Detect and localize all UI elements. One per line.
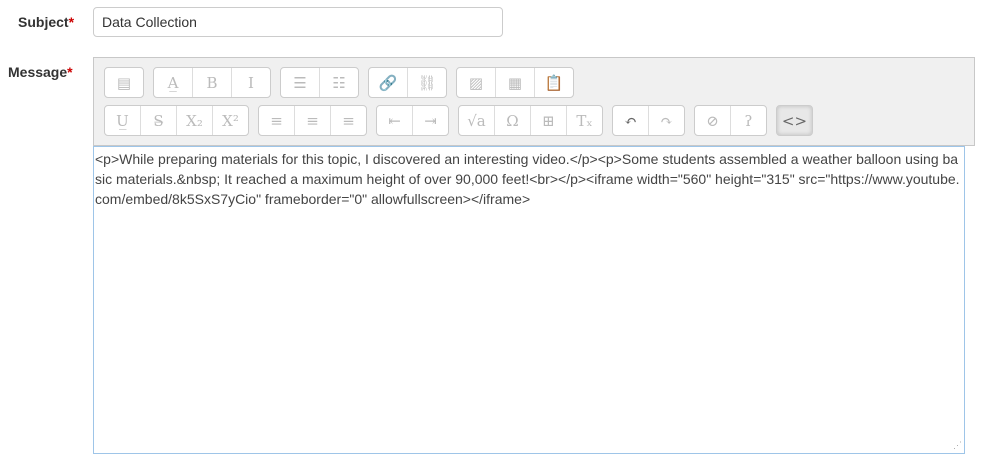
link-icon: 🔗 bbox=[378, 73, 398, 92]
toolbar-group: ↶ ↷ bbox=[612, 105, 685, 136]
toolbar-toggle-icon: ▤ bbox=[116, 73, 132, 92]
undo-button[interactable]: ↶ bbox=[613, 106, 649, 135]
toolbar-group: ▤ bbox=[104, 67, 144, 98]
clear-formatting-icon: Tₓ bbox=[576, 111, 593, 130]
bold-button[interactable]: B bbox=[193, 68, 232, 97]
toolbar-group: <> bbox=[776, 105, 813, 136]
paste-button[interactable]: 📋 bbox=[535, 68, 573, 97]
superscript-icon: X² bbox=[222, 111, 239, 130]
screenreader-helper-button[interactable]: ⊘ bbox=[695, 106, 731, 135]
toolbar-group: ▨ ▦ 📋 bbox=[456, 67, 574, 98]
editor-toolbar: ▤ A̲ B I ☰ ☷ 🔗 ⛓ ▨ ▦ 📋 U̲ S̶ X₂ X² ≡ ≡ ≡ ⇤ ⇥ √a Ω ⊞ Tₓ ↶ ↷ ⊘ ʔ <> bbox=[93, 57, 975, 146]
table-icon: ⊞ bbox=[542, 111, 555, 130]
toolbar-group: ☰ ☷ bbox=[280, 67, 359, 98]
html-source-button[interactable]: <> bbox=[777, 106, 812, 135]
underline-icon: U̲ bbox=[116, 111, 129, 130]
redo-icon: ↷ bbox=[660, 111, 673, 130]
redo-button[interactable]: ↷ bbox=[649, 106, 684, 135]
align-left-icon: ≡ bbox=[270, 111, 283, 130]
html-source-icon: <> bbox=[781, 111, 808, 130]
subject-label-text: Subject bbox=[18, 14, 69, 30]
message-label: Message* bbox=[8, 64, 73, 80]
toolbar-group: √a Ω ⊞ Tₓ bbox=[458, 105, 603, 136]
link-button[interactable]: 🔗 bbox=[369, 68, 408, 97]
strikethrough-icon: S̶ bbox=[153, 111, 164, 130]
outdent-button[interactable]: ⇤ bbox=[377, 106, 413, 135]
bullet-list-button[interactable]: ☰ bbox=[281, 68, 320, 97]
italic-icon: I bbox=[248, 73, 254, 92]
underline-button[interactable]: U̲ bbox=[105, 106, 141, 135]
special-character-icon: Ω bbox=[506, 111, 519, 130]
toolbar-group: A̲ B I bbox=[153, 67, 271, 98]
indent-icon: ⇥ bbox=[424, 111, 437, 130]
numbered-list-icon: ☷ bbox=[332, 73, 346, 92]
align-right-button[interactable]: ≡ bbox=[331, 106, 366, 135]
align-left-button[interactable]: ≡ bbox=[259, 106, 295, 135]
outdent-icon: ⇤ bbox=[388, 111, 401, 130]
toolbar-group: 🔗 ⛓ bbox=[368, 67, 447, 98]
message-label-text: Message bbox=[8, 64, 68, 80]
numbered-list-button[interactable]: ☷ bbox=[320, 68, 358, 97]
media-icon: ▦ bbox=[507, 73, 523, 92]
toolbar-group: ≡ ≡ ≡ bbox=[258, 105, 367, 136]
equation-button[interactable]: √a bbox=[459, 106, 495, 135]
image-icon: ▨ bbox=[468, 73, 484, 92]
subject-label: Subject* bbox=[18, 14, 74, 30]
table-button[interactable]: ⊞ bbox=[531, 106, 567, 135]
align-center-icon: ≡ bbox=[306, 111, 319, 130]
accessibility-checker-button[interactable]: ʔ bbox=[731, 106, 766, 135]
align-center-button[interactable]: ≡ bbox=[295, 106, 331, 135]
font-size-button[interactable]: A̲ bbox=[154, 68, 193, 97]
undo-icon: ↶ bbox=[624, 111, 637, 130]
unlink-icon: ⛓ bbox=[417, 73, 437, 92]
toolbar-group: U̲ S̶ X₂ X² bbox=[104, 105, 249, 136]
image-button[interactable]: ▨ bbox=[457, 68, 496, 97]
special-character-button[interactable]: Ω bbox=[495, 106, 531, 135]
subscript-button[interactable]: X₂ bbox=[177, 106, 213, 135]
toolbar-group: ⇤ ⇥ bbox=[376, 105, 449, 136]
screenreader-helper-icon: ⊘ bbox=[706, 111, 719, 130]
required-mark: * bbox=[68, 14, 75, 30]
font-size-icon: A̲ bbox=[167, 73, 179, 92]
bullet-list-icon: ☰ bbox=[293, 73, 307, 92]
equation-icon: √a bbox=[467, 111, 486, 130]
toolbar-group: ⊘ ʔ bbox=[694, 105, 767, 136]
align-right-icon: ≡ bbox=[342, 111, 355, 130]
superscript-button[interactable]: X² bbox=[213, 106, 248, 135]
bold-icon: B bbox=[206, 73, 218, 92]
resize-handle[interactable]: ⋰ bbox=[953, 440, 962, 468]
strikethrough-button[interactable]: S̶ bbox=[141, 106, 177, 135]
italic-button[interactable]: I bbox=[232, 68, 270, 97]
toolbar-toggle-button[interactable]: ▤ bbox=[105, 68, 143, 97]
indent-button[interactable]: ⇥ bbox=[413, 106, 448, 135]
required-mark: * bbox=[67, 64, 73, 80]
accessibility-checker-icon: ʔ bbox=[744, 111, 753, 130]
subject-input[interactable] bbox=[93, 7, 503, 37]
clear-formatting-button[interactable]: Tₓ bbox=[567, 106, 602, 135]
subscript-icon: X₂ bbox=[186, 111, 203, 130]
paste-icon: 📋 bbox=[544, 73, 564, 92]
message-source-editor[interactable]: <p>While preparing materials for this to… bbox=[93, 146, 965, 454]
media-button[interactable]: ▦ bbox=[496, 68, 535, 97]
unlink-button[interactable]: ⛓ bbox=[408, 68, 446, 97]
